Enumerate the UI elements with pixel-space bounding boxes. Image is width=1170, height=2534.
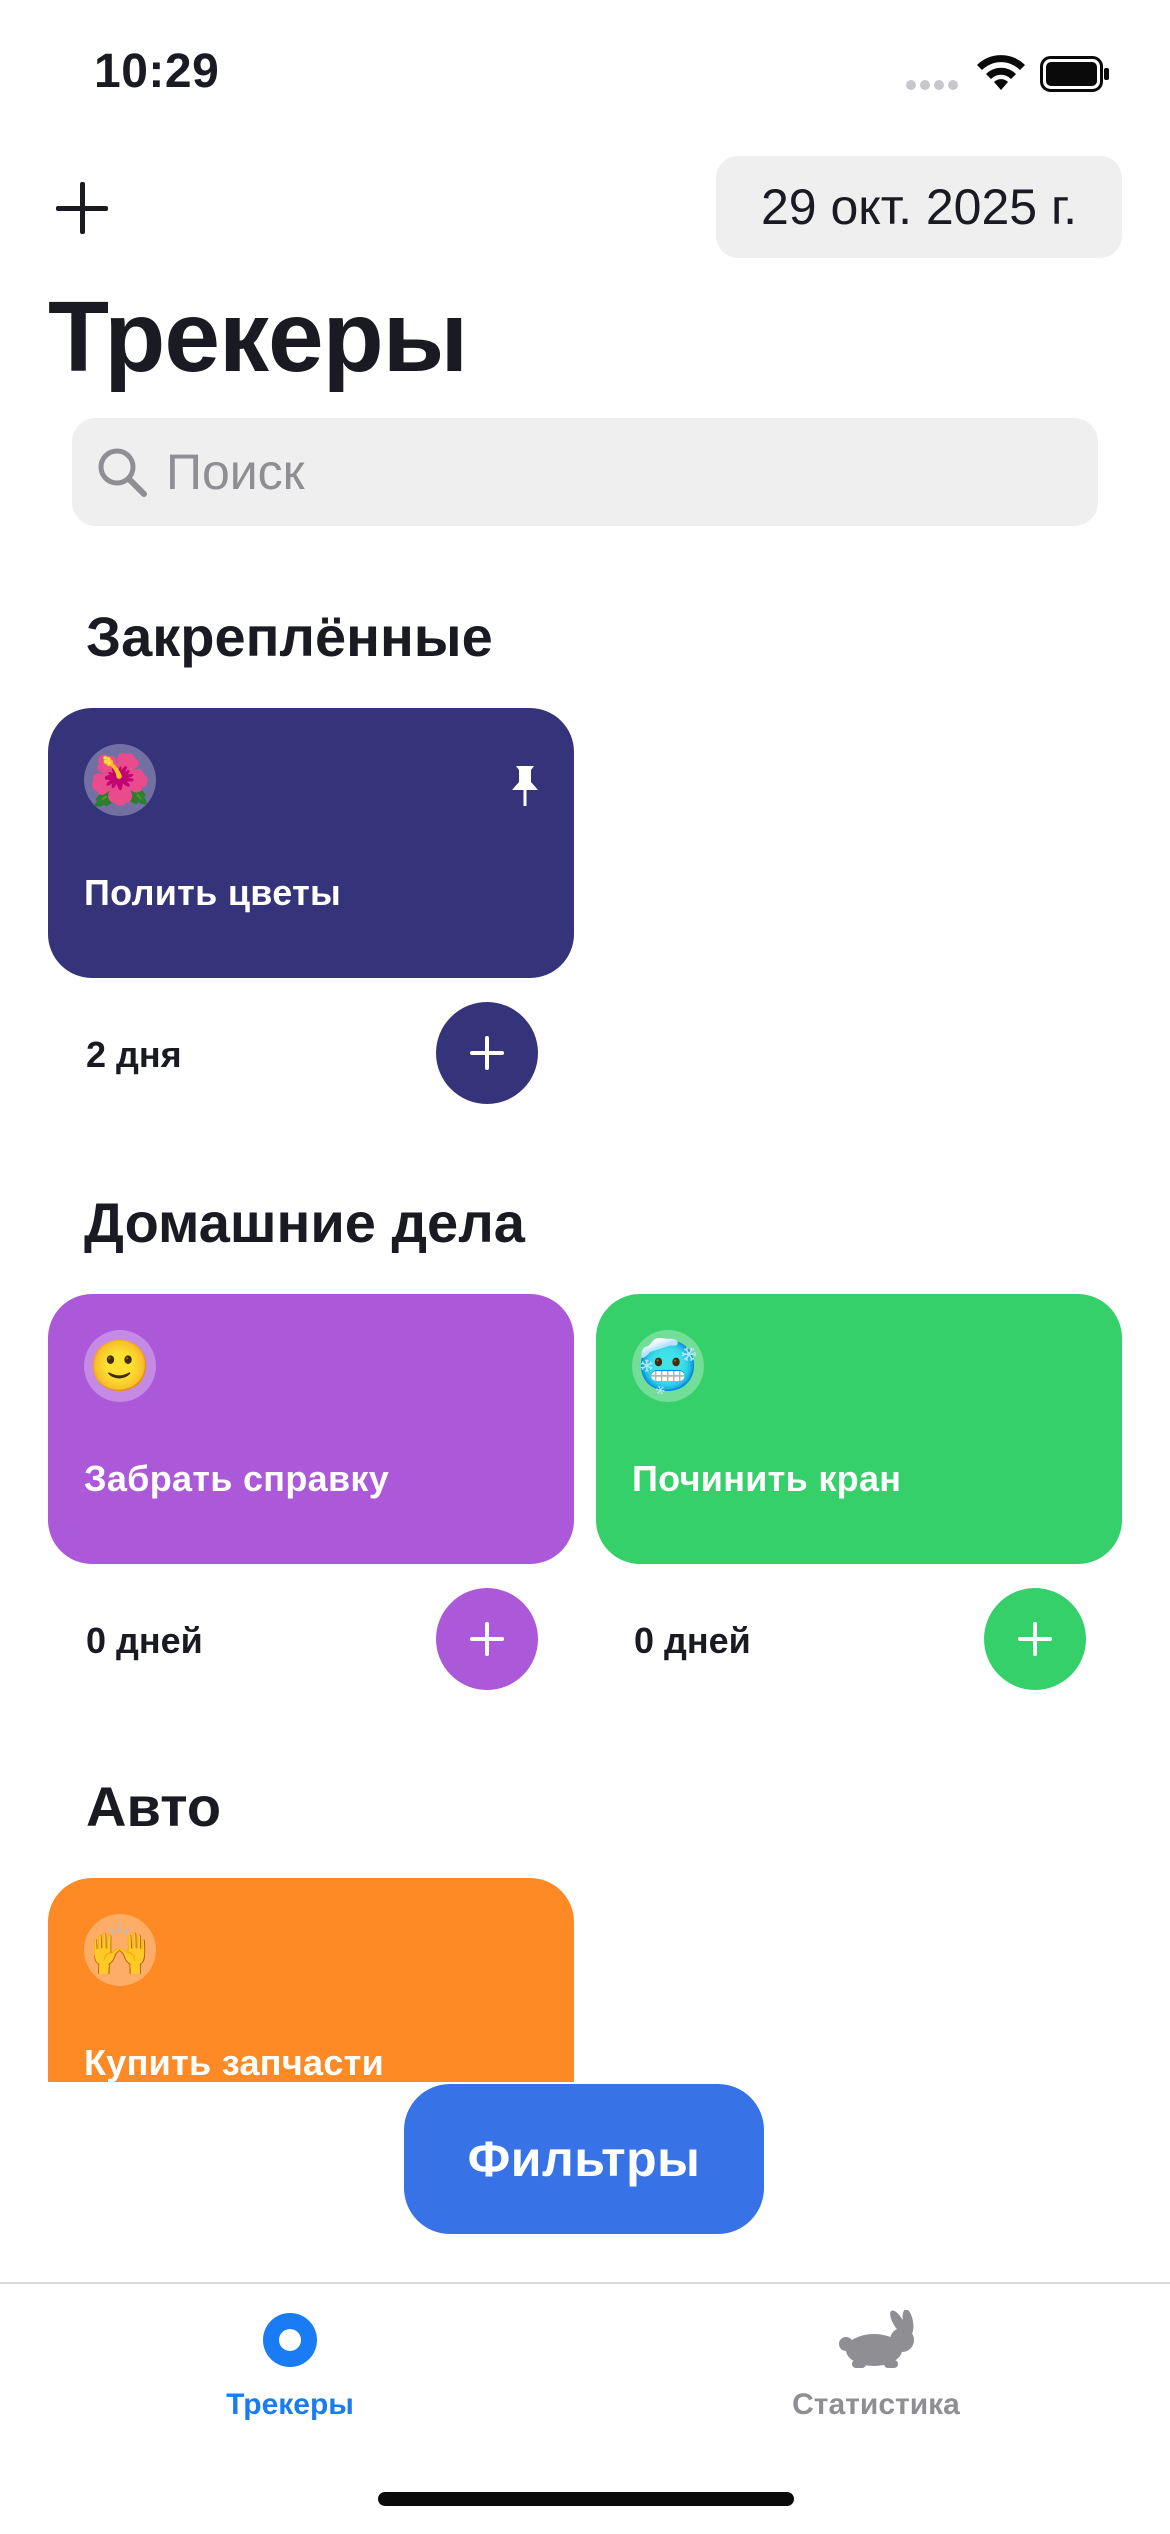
tab-statistics[interactable]: Статистика: [726, 2284, 1026, 2444]
section-title-pinned: Закреплённые: [86, 605, 493, 668]
tracker-name: Забрать справку: [84, 1458, 390, 1499]
tracker-emoji: 🥶: [632, 1330, 704, 1402]
tracker-name: Починить кран: [632, 1458, 902, 1499]
complete-tracker-button[interactable]: [984, 1588, 1086, 1690]
tracker-name: Полить цветы: [84, 872, 342, 913]
add-tracker-button[interactable]: [54, 180, 110, 236]
tracker-card[interactable]: 🌺 Полить цветы: [48, 708, 574, 978]
tracker-emoji: 🙂: [84, 1330, 156, 1402]
battery-icon: [1040, 56, 1109, 92]
tracker-card-clip: 🙌 Купить запчасти: [48, 1878, 574, 2082]
wifi-icon: [977, 55, 1025, 90]
cellular-signal-icon: [906, 80, 960, 92]
home-indicator: [378, 2492, 794, 2506]
page-title: Трекеры: [48, 281, 468, 393]
tracker-days-count: 0 дней: [86, 1620, 203, 1661]
tracker-emoji: 🙌: [84, 1914, 156, 1986]
tab-trackers[interactable]: Трекеры: [140, 2284, 440, 2444]
section-title-auto: Авто: [86, 1775, 222, 1838]
tab-label-statistics: Статистика: [792, 2388, 960, 2421]
pin-icon: [512, 766, 538, 806]
tracker-card[interactable]: 🙂 Забрать справку: [48, 1294, 574, 1564]
tracker-days-count: 2 дня: [86, 1034, 182, 1075]
tab-label-trackers: Трекеры: [226, 2388, 354, 2421]
tracker-emoji: 🌺: [84, 744, 156, 816]
search-input[interactable]: [166, 440, 1046, 504]
trackers-tab-icon: [263, 2313, 317, 2367]
status-time: 10:29: [94, 45, 220, 98]
tracker-name: Купить запчасти: [84, 2042, 385, 2082]
tracker-card[interactable]: 🙌 Купить запчасти: [48, 1878, 574, 2082]
complete-tracker-button[interactable]: [436, 1002, 538, 1104]
date-picker-button[interactable]: 29 окт. 2025 г.: [716, 156, 1122, 258]
complete-tracker-button[interactable]: [436, 1588, 538, 1690]
section-title-home: Домашние дела: [84, 1191, 525, 1254]
rabbit-icon: [839, 2310, 914, 2368]
tracker-card[interactable]: 🥶 Починить кран: [596, 1294, 1122, 1564]
filters-button[interactable]: Фильтры: [404, 2084, 764, 2234]
search-icon: [98, 448, 147, 497]
tracker-days-count: 0 дней: [634, 1620, 751, 1661]
